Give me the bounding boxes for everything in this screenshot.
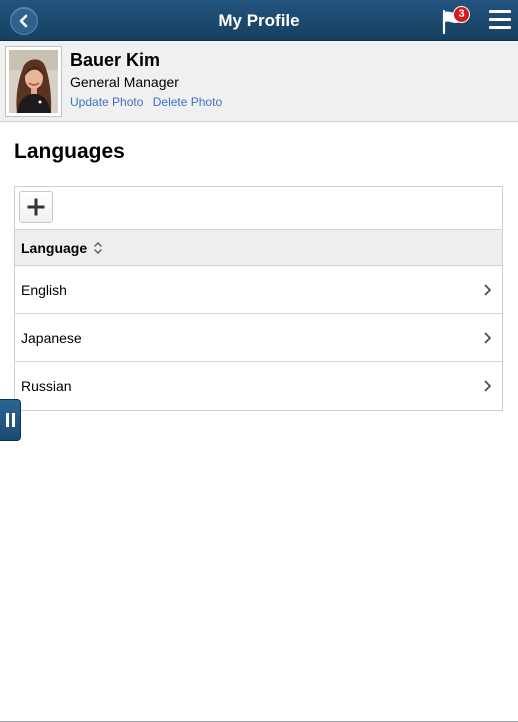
pause-icon <box>5 413 9 427</box>
grid-toolbar <box>15 187 502 229</box>
list-item[interactable]: Japanese <box>15 314 502 362</box>
menu-button[interactable] <box>489 10 511 30</box>
hamburger-line <box>489 26 511 29</box>
back-button[interactable] <box>10 7 38 35</box>
page: My Profile 3 Bauer Kim General Manager U… <box>0 0 518 722</box>
update-photo-link[interactable]: Update Photo <box>70 95 143 109</box>
list-item[interactable]: Russian <box>15 362 502 410</box>
side-panel-handle[interactable] <box>0 399 21 441</box>
pause-icon-bar <box>11 413 15 427</box>
list-item-label: English <box>21 281 67 298</box>
add-language-button[interactable] <box>19 191 53 223</box>
column-header-label: Language <box>21 239 88 256</box>
chevron-left-icon <box>19 14 28 28</box>
list-item-label: Russian <box>21 378 72 394</box>
list-item[interactable]: English <box>15 266 502 314</box>
profile-job-title: General Manager <box>70 74 179 90</box>
notifications-button[interactable]: 3 <box>441 6 473 35</box>
list-item-label: Japanese <box>21 329 82 346</box>
profile-photo-frame <box>5 46 62 117</box>
plus-icon <box>27 198 45 216</box>
profile-photo <box>9 50 58 113</box>
sort-updown-icon[interactable] <box>93 241 103 255</box>
photo-links: Update Photo Delete Photo <box>70 95 228 109</box>
section-title: Languages <box>14 140 125 163</box>
languages-grid: Language English Japanese Russian <box>14 186 503 411</box>
delete-photo-link[interactable]: Delete Photo <box>153 95 222 109</box>
hamburger-line <box>489 18 511 21</box>
hamburger-menu-icon <box>489 10 511 13</box>
profile-name: Bauer Kim <box>70 50 161 70</box>
chevron-right-icon <box>484 283 492 296</box>
language-column-header[interactable]: Language <box>15 229 502 266</box>
notification-count-badge: 3 <box>453 6 470 23</box>
header-bar: My Profile 3 <box>0 0 518 41</box>
chevron-right-icon <box>484 331 492 344</box>
profile-banner: Bauer Kim General Manager Update Photo D… <box>0 41 518 122</box>
chevron-right-icon <box>484 380 492 392</box>
